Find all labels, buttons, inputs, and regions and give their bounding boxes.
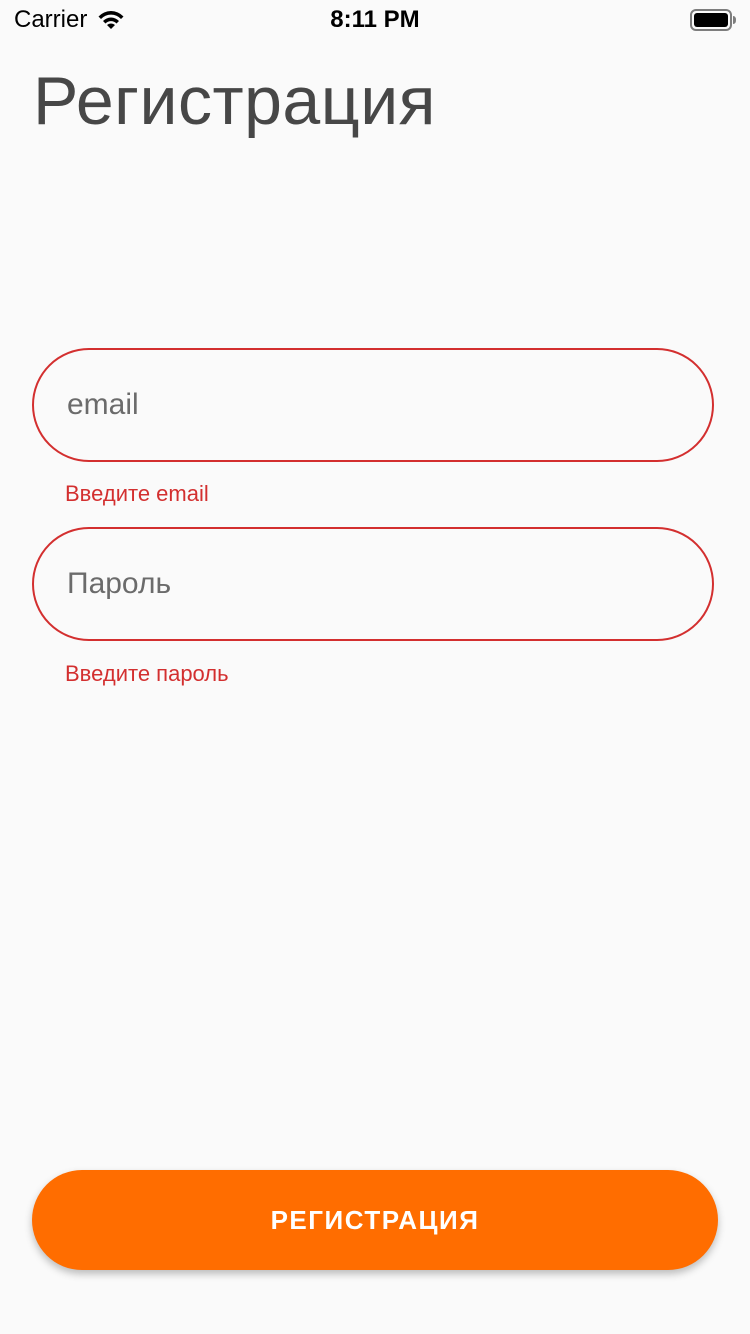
- register-button[interactable]: РЕГИСТРАЦИЯ: [32, 1170, 718, 1270]
- status-bar: Carrier 8:11 PM: [0, 0, 750, 40]
- password-input[interactable]: [65, 566, 669, 602]
- password-field[interactable]: [32, 527, 714, 641]
- email-input[interactable]: [65, 387, 669, 423]
- register-button-label: РЕГИСТРАЦИЯ: [270, 1204, 480, 1235]
- page-title: Регистрация: [33, 63, 437, 139]
- battery-icon: [690, 9, 736, 31]
- email-field[interactable]: [32, 348, 714, 462]
- status-time: 8:11 PM: [330, 6, 420, 33]
- email-error-message: Введите email: [65, 481, 209, 506]
- password-error-message: Введите пароль: [65, 661, 229, 686]
